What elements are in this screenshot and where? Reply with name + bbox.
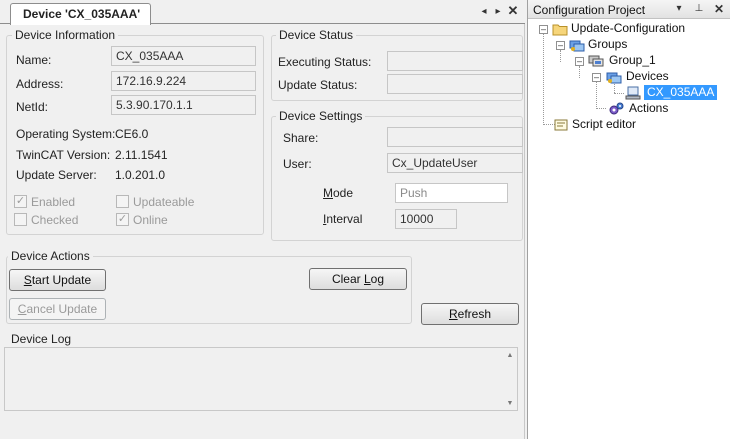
address-label: Address: [16, 77, 64, 91]
folder-icon [552, 24, 568, 36]
updateable-label: Updateable [133, 195, 195, 209]
netid-field[interactable]: 5.3.90.170.1.1 [111, 95, 256, 115]
executing-status-label: Executing Status: [278, 55, 372, 69]
tree-line [543, 34, 544, 125]
tree-node-groups[interactable]: Groups [588, 37, 627, 52]
tree-line [596, 108, 606, 109]
expand-collapse-icon[interactable]: – [575, 57, 584, 66]
clear-log-label-pre: Clear [331, 272, 364, 286]
scroll-up-icon[interactable]: ▲ [503, 350, 517, 362]
device-status-title: Device Status [276, 28, 357, 42]
clear-log-accesskey: L [363, 272, 371, 286]
enabled-label: Enabled [31, 195, 76, 209]
tree-line [560, 50, 561, 62]
os-label: Operating System: [16, 127, 116, 141]
device-settings-title: Device Settings [276, 109, 366, 123]
device-icon [625, 86, 641, 100]
device-log-textarea[interactable]: ▲ ▼ [4, 347, 518, 411]
name-field[interactable]: CX_035AAA [111, 46, 256, 66]
tree-node-update-configuration[interactable]: Update-Configuration [571, 21, 685, 36]
panel-pin-icon[interactable]: ⊥ [692, 2, 706, 16]
checked-checkbox[interactable] [14, 213, 27, 226]
script-editor-icon [554, 119, 568, 131]
expand-collapse-icon[interactable]: – [539, 25, 548, 34]
mode-label-accesskey: M [323, 186, 333, 200]
expand-collapse-icon[interactable]: – [556, 41, 565, 50]
update-server-label: Update Server: [16, 168, 97, 182]
device-log-title: Device Log [8, 332, 75, 346]
tree-node-actions[interactable]: Actions [629, 101, 668, 116]
device-tab[interactable]: Device 'CX_035AAA' [10, 3, 152, 25]
address-field[interactable]: 172.16.9.224 [111, 71, 256, 91]
tab-scroll-right-icon[interactable]: ▸ [492, 5, 504, 19]
groups-icon [569, 40, 585, 52]
configuration-project-panel: Configuration Project ▾ ⊥ ✕ – Update-Con… [527, 0, 730, 439]
refresh-button[interactable]: Refresh [421, 303, 519, 325]
mode-label: Mode [323, 186, 353, 200]
tree-line [614, 93, 624, 94]
share-label: Share: [283, 131, 319, 145]
refresh-accesskey: R [448, 307, 458, 321]
online-label: Online [133, 213, 168, 227]
group-icon [588, 55, 604, 67]
executing-status-field[interactable] [387, 51, 523, 71]
project-panel-title: Configuration Project [533, 3, 646, 17]
expand-collapse-icon[interactable]: – [592, 73, 601, 82]
online-checkbox[interactable]: ✓ [116, 213, 129, 226]
panel-menu-icon[interactable]: ▾ [672, 2, 686, 16]
tree-node-group-1[interactable]: Group_1 [609, 53, 656, 68]
clear-log-label-rest: og [370, 272, 385, 286]
device-document-panel: Device 'CX_035AAA' ◂ ▸ ✕ Device Informat… [0, 0, 525, 439]
mode-label-text: ode [333, 186, 354, 200]
interval-label: Interval [323, 212, 362, 226]
device-log-scrollbar[interactable]: ▲ ▼ [503, 348, 517, 410]
update-status-label: Update Status: [278, 78, 358, 92]
panel-close-icon[interactable]: ✕ [712, 2, 726, 16]
checked-label: Checked [31, 213, 79, 227]
share-field[interactable] [387, 127, 523, 147]
clear-log-button[interactable]: Clear Log [309, 268, 407, 290]
start-update-button[interactable]: Start Update [9, 269, 106, 291]
tree-node-script-editor[interactable]: Script editor [572, 117, 636, 132]
twincat-version-label: TwinCAT Version: [16, 148, 111, 162]
start-update-accesskey: S [23, 273, 32, 287]
user-field[interactable]: Cx_UpdateUser [387, 153, 523, 173]
actions-gear-icon [609, 102, 624, 115]
update-server-value: 1.0.201.0 [115, 168, 166, 182]
tree-line [596, 82, 597, 109]
device-actions-title: Device Actions [8, 249, 93, 263]
enabled-checkbox[interactable]: ✓ [14, 195, 27, 208]
updateable-checkbox[interactable] [116, 195, 129, 208]
mode-select[interactable]: Push [395, 183, 508, 203]
twincat-version-value: 2.11.1541 [115, 148, 168, 162]
netid-label: NetId: [16, 100, 49, 114]
scroll-down-icon[interactable]: ▼ [503, 398, 517, 410]
tab-scroll-left-icon[interactable]: ◂ [478, 5, 490, 19]
cancel-update-button[interactable]: Cancel Update [9, 298, 106, 320]
start-update-label: tart Update [31, 273, 92, 287]
project-panel-header: Configuration Project ▾ ⊥ ✕ [528, 0, 730, 19]
user-label: User: [283, 157, 312, 171]
tree-node-cx-device[interactable]: CX_035AAA [644, 85, 718, 100]
device-information-title: Device Information [12, 28, 119, 42]
interval-field[interactable]: 10000 [395, 209, 457, 229]
document-tab-strip: Device 'CX_035AAA' ◂ ▸ ✕ [0, 0, 525, 25]
devices-icon [606, 72, 622, 84]
tree-node-devices[interactable]: Devices [626, 69, 669, 84]
cancel-update-label: ancel Update [26, 302, 98, 316]
os-value: CE6.0 [115, 127, 149, 141]
tab-close-icon[interactable]: ✕ [507, 4, 519, 18]
name-label: Name: [16, 53, 52, 67]
interval-label-text: nterval [326, 212, 363, 226]
refresh-label: efresh [457, 307, 492, 321]
update-status-field[interactable] [387, 74, 523, 94]
tree-line [579, 66, 580, 78]
